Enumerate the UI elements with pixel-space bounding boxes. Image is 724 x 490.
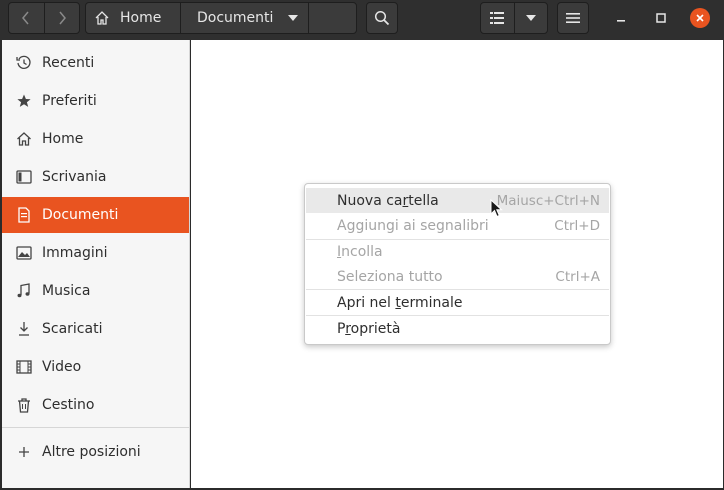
clock-icon: [16, 55, 32, 71]
main-menu-button[interactable]: [557, 2, 589, 34]
sidebar-item-label: Altre posizioni: [42, 444, 141, 460]
sidebar: Recenti Preferiti Home Scrivania Documen…: [2, 40, 190, 488]
navigation-buttons: [8, 2, 80, 34]
menu-item-seleziona-tutto[interactable]: Seleziona tutto Ctrl+A: [306, 264, 609, 289]
view-controls: [480, 2, 548, 34]
sidebar-item-label: Documenti: [42, 207, 119, 223]
maximize-icon: [656, 13, 666, 23]
sidebar-item-altre-posizioni[interactable]: Altre posizioni: [2, 434, 189, 470]
menu-item-shortcut: Maiusc+Ctrl+N: [496, 192, 600, 209]
close-icon: [696, 14, 704, 22]
plus-icon: [16, 444, 32, 460]
menu-item-label: Seleziona tutto: [337, 268, 443, 285]
chevron-down-icon: [525, 15, 536, 21]
sidebar-item-label: Immagini: [42, 245, 108, 261]
chevron-left-icon: [22, 11, 29, 25]
sidebar-item-label: Preferiti: [42, 93, 97, 109]
list-view-icon: [490, 12, 505, 24]
video-icon: [16, 359, 32, 375]
menu-item-label: Nuova cartella: [337, 192, 439, 209]
menu-item-label: Aggiungi ai segnalibri: [337, 217, 489, 234]
image-icon: [16, 245, 32, 261]
sidebar-item-scaricati[interactable]: Scaricati: [2, 311, 189, 347]
menu-item-aggiungi-segnalibri[interactable]: Aggiungi ai segnalibri Ctrl+D: [306, 213, 609, 238]
sidebar-item-preferiti[interactable]: Preferiti: [2, 83, 189, 119]
trash-icon: [16, 397, 32, 413]
sidebar-item-label: Cestino: [42, 397, 95, 413]
sidebar-item-cestino[interactable]: Cestino: [2, 387, 189, 423]
star-icon: [16, 93, 32, 109]
home-icon: [16, 131, 32, 147]
breadcrumb-spacer: [309, 3, 356, 33]
sidebar-item-home[interactable]: Home: [2, 121, 189, 157]
sidebar-item-label: Scaricati: [42, 321, 103, 337]
document-icon: [16, 207, 32, 223]
menu-item-apri-terminale[interactable]: Apri nel terminale: [306, 290, 609, 315]
sidebar-item-musica[interactable]: Musica: [2, 273, 189, 309]
search-button[interactable]: [366, 2, 398, 34]
sidebar-item-label: Scrivania: [42, 169, 107, 185]
music-icon: [16, 283, 32, 299]
menu-item-proprieta[interactable]: Proprietà: [306, 316, 609, 341]
menu-item-label: Apri nel terminale: [337, 294, 463, 311]
menu-item-label: Proprietà: [337, 320, 401, 337]
menu-item-label: Incolla: [337, 243, 383, 260]
breadcrumb-current[interactable]: Documenti: [181, 3, 309, 33]
sidebar-item-label: Video: [42, 359, 82, 375]
menu-item-shortcut: Ctrl+A: [555, 268, 600, 285]
sidebar-item-label: Home: [42, 131, 84, 147]
download-icon: [16, 321, 32, 337]
chevron-down-icon: [288, 15, 299, 21]
forward-button[interactable]: [45, 3, 80, 33]
sidebar-separator: [2, 427, 189, 428]
sidebar-item-recenti[interactable]: Recenti: [2, 45, 189, 81]
sidebar-item-label: Musica: [42, 283, 91, 299]
home-icon: [95, 11, 109, 25]
header-bar: Home Documenti: [0, 0, 724, 40]
sidebar-item-immagini[interactable]: Immagini: [2, 235, 189, 271]
menu-item-nuova-cartella[interactable]: Nuova cartella Maiusc+Ctrl+N: [306, 188, 609, 213]
desktop-icon: [16, 169, 32, 185]
menu-item-incolla[interactable]: Incolla: [306, 239, 609, 264]
view-options-button[interactable]: [515, 3, 548, 33]
hamburger-icon: [566, 13, 580, 23]
chevron-right-icon: [59, 11, 66, 25]
breadcrumb-home-label: Home: [120, 10, 162, 26]
sidebar-item-documenti[interactable]: Documenti: [2, 197, 189, 233]
back-button[interactable]: [9, 3, 45, 33]
context-menu: Nuova cartella Maiusc+Ctrl+N Aggiungi ai…: [304, 183, 611, 345]
list-view-button[interactable]: [481, 3, 515, 33]
breadcrumb: Home Documenti: [85, 2, 357, 34]
maximize-button[interactable]: [651, 8, 671, 28]
sidebar-item-label: Recenti: [42, 55, 95, 71]
close-button[interactable]: [690, 8, 710, 28]
sidebar-item-video[interactable]: Video: [2, 349, 189, 385]
sidebar-item-scrivania[interactable]: Scrivania: [2, 159, 189, 195]
minimize-button[interactable]: [611, 8, 631, 28]
breadcrumb-home[interactable]: Home: [86, 3, 181, 33]
minimize-icon: [617, 20, 625, 22]
search-icon: [374, 10, 390, 26]
breadcrumb-current-label: Documenti: [197, 10, 274, 26]
mouse-pointer-icon: [490, 199, 503, 218]
menu-item-shortcut: Ctrl+D: [554, 217, 600, 234]
